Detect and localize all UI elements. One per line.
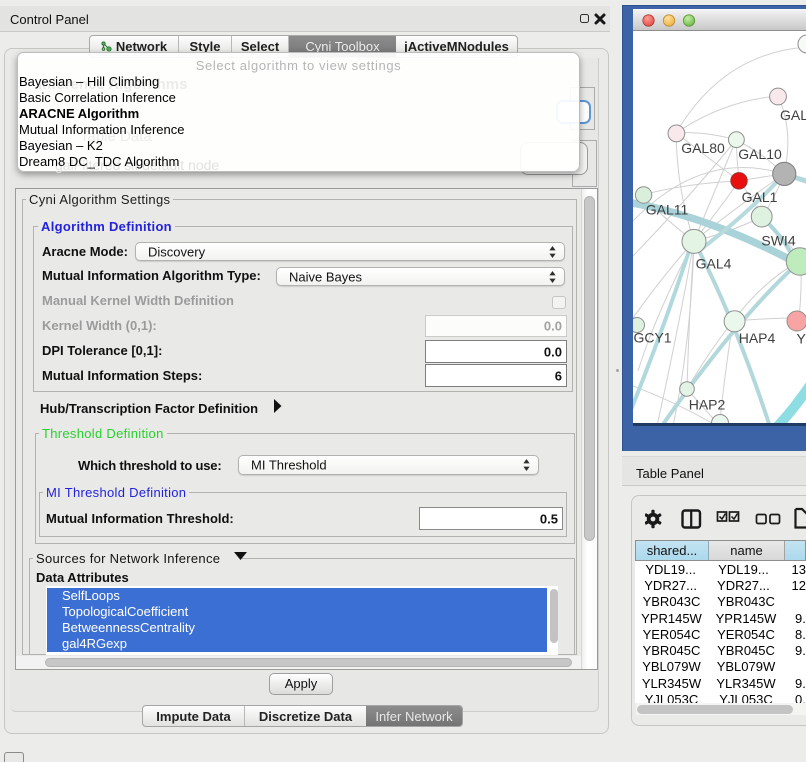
svg-text:HAP2: HAP2 xyxy=(689,397,726,413)
svg-text:GAL11: GAL11 xyxy=(646,202,689,218)
svg-text:GAL80: GAL80 xyxy=(681,140,725,156)
svg-text:GAL10: GAL10 xyxy=(738,146,782,162)
svg-text:HAP4: HAP4 xyxy=(739,330,776,346)
svg-text:GCY1: GCY1 xyxy=(633,330,671,346)
svg-text:GAL1: GAL1 xyxy=(742,189,778,205)
svg-text:GAL4: GAL4 xyxy=(696,256,732,272)
svg-text:SWI4: SWI4 xyxy=(761,233,795,249)
svg-text:GAL8: GAL8 xyxy=(780,107,806,123)
svg-text:YE: YE xyxy=(797,331,806,347)
